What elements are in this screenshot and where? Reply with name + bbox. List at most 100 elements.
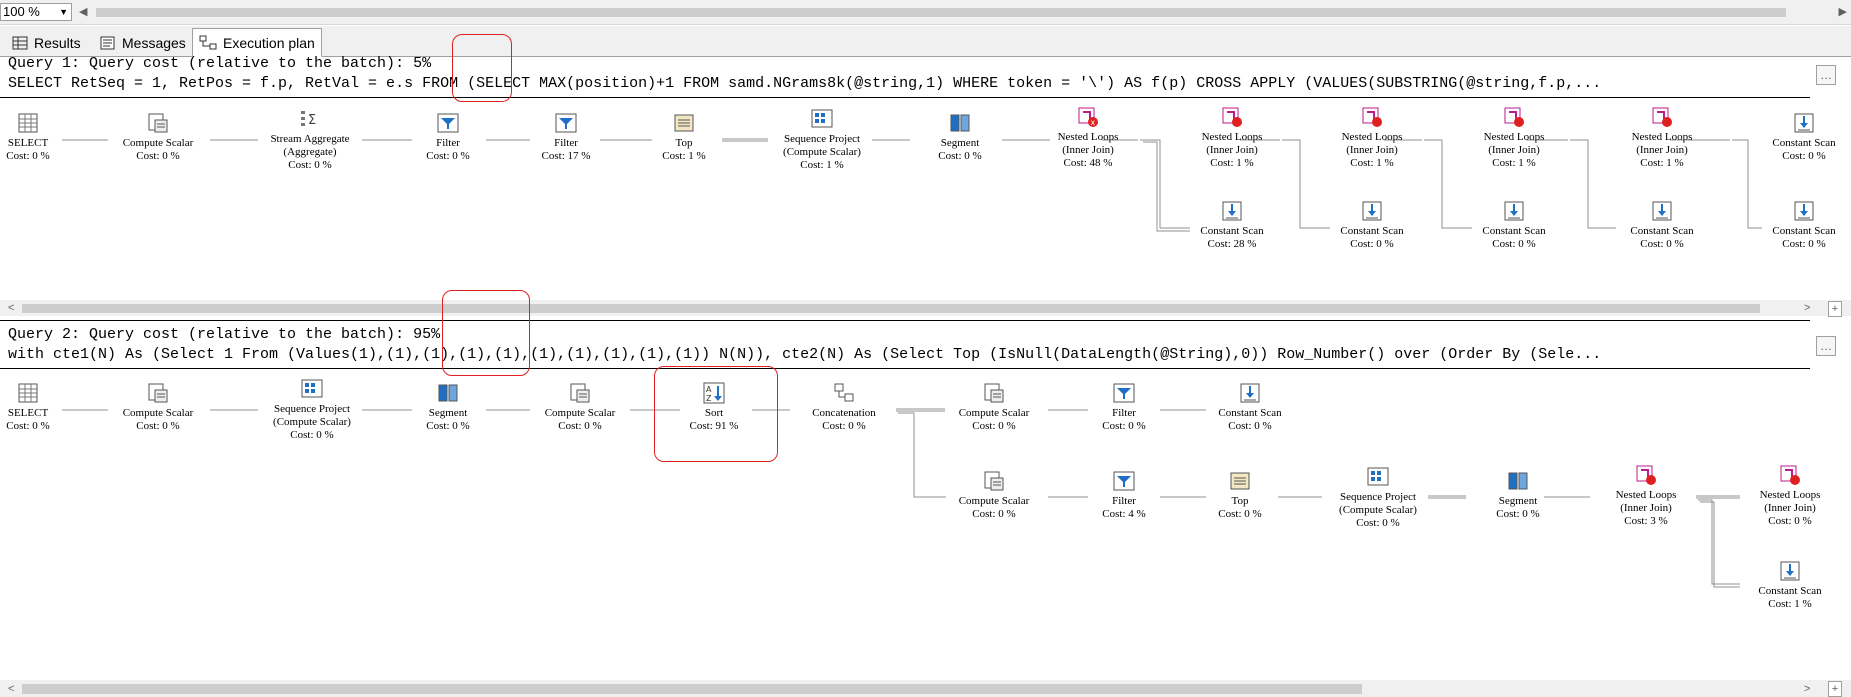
q2-node-cost: Cost: 0 % bbox=[1102, 420, 1146, 432]
q1-node-cost: Cost: 0 % bbox=[1640, 238, 1684, 250]
q1-node-nested-loops[interactable]: Nested Loops (Inner Join) Cost: 1 % bbox=[1172, 106, 1292, 170]
q1-node-sequence-project[interactable]: Sequence Project (Compute Scalar) Cost: 1… bbox=[762, 108, 882, 172]
scroll-left-icon[interactable]: < bbox=[8, 301, 14, 315]
q1-node-cost: Cost: 1 % bbox=[800, 159, 844, 171]
q1-node-top[interactable]: Top Cost: 1 % bbox=[624, 112, 744, 163]
q2-node-concatenation[interactable]: Concatenation Cost: 0 % bbox=[784, 382, 904, 433]
q2-node-nested-loops[interactable]: Nested Loops (Inner Join) Cost: 3 % bbox=[1586, 464, 1706, 528]
scroll-right-icon[interactable]: > bbox=[1804, 682, 1810, 696]
q2-node-cost: Cost: 0 % bbox=[136, 420, 180, 432]
nested-loops-icon: x bbox=[1077, 106, 1099, 128]
q2-node-compute-scalar[interactable]: Compute Scalar Cost: 0 % bbox=[934, 470, 1054, 521]
q1-node-cost: Cost: 1 % bbox=[1350, 157, 1394, 169]
q1-node-cost: Cost: 0 % bbox=[1782, 150, 1826, 162]
q1-node-label: Sequence Project (Compute Scalar) bbox=[783, 133, 861, 158]
q2-node-select[interactable]: SELECT Cost: 0 % bbox=[0, 382, 88, 433]
q2-node-filter[interactable]: Filter Cost: 0 % bbox=[1064, 382, 1184, 433]
q1-node-label: Compute Scalar bbox=[122, 137, 194, 149]
q2-node-label: Filter bbox=[1112, 495, 1136, 507]
nested-loops-icon bbox=[1221, 106, 1243, 128]
q1-node-nested-loops[interactable]: Nested Loops (Inner Join) Cost: 1 % bbox=[1312, 106, 1432, 170]
q1-node-constant-scan[interactable]: Constant Scan Cost: 0 % bbox=[1744, 112, 1851, 163]
q1-node-cost: Cost: 1 % bbox=[1492, 157, 1536, 169]
q1-node-cost: Cost: 0 % bbox=[136, 150, 180, 162]
q2-node-label: Nested Loops (Inner Join) bbox=[1615, 489, 1677, 514]
scroll-right-icon[interactable]: > bbox=[1804, 301, 1810, 315]
q2-node-top[interactable]: Top Cost: 0 % bbox=[1180, 470, 1300, 521]
q2-node-constant-scan[interactable]: Constant Scan Cost: 1 % bbox=[1730, 560, 1850, 611]
constant-scan-icon bbox=[1503, 200, 1525, 222]
query2-top-separator bbox=[0, 320, 1810, 321]
q2-node-label: Segment bbox=[428, 407, 468, 419]
q1-node-constant-scan[interactable]: Constant Scan Cost: 0 % bbox=[1744, 200, 1851, 251]
q2-node-segment[interactable]: Segment Cost: 0 % bbox=[388, 382, 508, 433]
compute-scalar-icon bbox=[147, 112, 169, 134]
compute-scalar-icon bbox=[569, 382, 591, 404]
q1-node-constant-scan[interactable]: Constant Scan Cost: 0 % bbox=[1454, 200, 1574, 251]
q2-node-segment[interactable]: Segment Cost: 0 % bbox=[1458, 470, 1578, 521]
q2-node-cost: Cost: 0 % bbox=[1228, 420, 1272, 432]
q2-node-label: Compute Scalar bbox=[958, 407, 1030, 419]
filter-icon bbox=[555, 112, 577, 134]
q2-node-cost: Cost: 0 % bbox=[1768, 515, 1812, 527]
zoom-to-fit-button[interactable]: + bbox=[1828, 681, 1842, 697]
scroll-thumb[interactable] bbox=[22, 684, 1362, 694]
q2-node-compute-scalar[interactable]: Compute Scalar Cost: 0 % bbox=[520, 382, 640, 433]
stream-aggregate-icon: Σ bbox=[299, 108, 321, 130]
scroll-thumb[interactable] bbox=[22, 304, 1760, 313]
query1-horizontal-scrollbar[interactable]: < > + bbox=[0, 300, 1851, 317]
q1-node-cost: Cost: 0 % bbox=[6, 150, 50, 162]
q1-node-filter[interactable]: Filter Cost: 17 % bbox=[506, 112, 626, 163]
constant-scan-icon bbox=[1221, 200, 1243, 222]
q2-node-cost: Cost: 1 % bbox=[1768, 598, 1812, 610]
query2-sql: with cte1(N) As (Select 1 From (Values(1… bbox=[8, 346, 1602, 363]
q2-node-filter[interactable]: Filter Cost: 4 % bbox=[1064, 470, 1184, 521]
q1-node-filter[interactable]: Filter Cost: 0 % bbox=[388, 112, 508, 163]
q1-node-nested-loops[interactable]: Nested Loops (Inner Join) Cost: 1 % bbox=[1602, 106, 1722, 170]
q2-node-label: Compute Scalar bbox=[544, 407, 616, 419]
filter-icon bbox=[1113, 382, 1135, 404]
q2-node-label: Top bbox=[1231, 495, 1249, 507]
q2-node-cost: Cost: 0 % bbox=[972, 508, 1016, 520]
nested-loops-icon bbox=[1361, 106, 1383, 128]
query2-horizontal-scrollbar[interactable]: < > + bbox=[0, 680, 1851, 697]
q1-node-label: Constant Scan bbox=[1200, 225, 1264, 237]
q2-node-cost: Cost: 0 % bbox=[290, 429, 334, 441]
q1-node-nested-loops[interactable]: Nested Loops (Inner Join) Cost: 1 % bbox=[1454, 106, 1574, 170]
q2-node-compute-scalar[interactable]: Compute Scalar Cost: 0 % bbox=[98, 382, 218, 433]
q1-node-cost: Cost: 0 % bbox=[288, 159, 332, 171]
q1-node-cost: Cost: 1 % bbox=[1640, 157, 1684, 169]
q1-node-cost: Cost: 0 % bbox=[426, 150, 470, 162]
q1-node-segment[interactable]: Segment Cost: 0 % bbox=[900, 112, 1020, 163]
q2-node-sequence-project[interactable]: Sequence Project (Compute Scalar) Cost: 0… bbox=[1318, 466, 1438, 530]
q1-node-label: Nested Loops (Inner Join) bbox=[1483, 131, 1545, 156]
q1-node-constant-scan[interactable]: Constant Scan Cost: 0 % bbox=[1312, 200, 1432, 251]
q1-node-label: Constant Scan bbox=[1772, 137, 1836, 149]
q1-node-constant-scan[interactable]: Constant Scan Cost: 28 % bbox=[1172, 200, 1292, 251]
q1-node-label: SELECT bbox=[7, 137, 49, 149]
q2-node-constant-scan[interactable]: Constant Scan Cost: 0 % bbox=[1190, 382, 1310, 433]
q1-node-constant-scan[interactable]: Constant Scan Cost: 0 % bbox=[1602, 200, 1722, 251]
q1-node-compute-scalar[interactable]: Compute Scalar Cost: 0 % bbox=[98, 112, 218, 163]
sequence-project-icon bbox=[1367, 466, 1389, 488]
q2-node-nested-loops[interactable]: Nested Loops (Inner Join) Cost: 0 % bbox=[1730, 464, 1850, 528]
q1-node-cost: Cost: 17 % bbox=[541, 150, 591, 162]
zoom-to-fit-button[interactable]: + bbox=[1828, 301, 1842, 317]
q1-node-stream-aggregate[interactable]: Σ Stream Aggregate (Aggregate) Cost: 0 % bbox=[250, 108, 370, 172]
q2-node-cost: Cost: 0 % bbox=[426, 420, 470, 432]
svg-text:Σ: Σ bbox=[308, 113, 316, 128]
q1-node-nested-loops[interactable]: x Nested Loops (Inner Join) Cost: 48 % bbox=[1028, 106, 1148, 170]
q2-node-sequence-project[interactable]: Sequence Project (Compute Scalar) Cost: 0… bbox=[252, 378, 372, 442]
nested-loops-icon bbox=[1503, 106, 1525, 128]
scroll-left-icon[interactable]: < bbox=[8, 682, 14, 696]
nested-loops-icon bbox=[1779, 464, 1801, 486]
q1-node-label: Constant Scan bbox=[1482, 225, 1546, 237]
q1-node-select[interactable]: SELECT Cost: 0 % bbox=[0, 112, 88, 163]
constant-scan-icon bbox=[1793, 112, 1815, 134]
q2-node-cost: Cost: 4 % bbox=[1102, 508, 1146, 520]
q2-node-compute-scalar[interactable]: Compute Scalar Cost: 0 % bbox=[934, 382, 1054, 433]
query2-expand-button[interactable]: … bbox=[1816, 336, 1836, 356]
concatenation-icon bbox=[833, 382, 855, 404]
q1-node-label: Nested Loops (Inner Join) bbox=[1341, 131, 1403, 156]
q1-node-label: Constant Scan bbox=[1772, 225, 1836, 237]
